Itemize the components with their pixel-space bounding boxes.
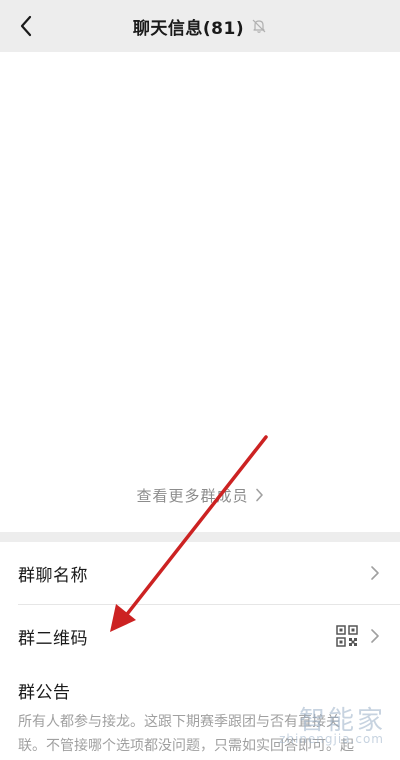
view-more-members-label: 查看更多群成员 — [136, 486, 249, 505]
group-name-row[interactable]: 群聊名称 — [0, 542, 400, 604]
chevron-right-icon — [371, 566, 379, 580]
group-announcement-text: 所有人都参与接龙。这跟下期赛季跟团与否有直接关联。不管接哪个选项都没问题，只需如… — [18, 714, 354, 754]
qr-code-icon — [336, 625, 358, 647]
chevron-left-icon — [20, 15, 32, 37]
group-announcement-row[interactable]: 群公告 所有人都参与接龙。这跟下期赛季跟团与否有直接关联。不管接哪个选项都没问题… — [0, 666, 400, 760]
chat-info-page: 聊天信息(81) 查看更多群成员 群聊名称 群二维码 群公告 所有人都参与接龙。… — [0, 0, 400, 760]
title-wrap: 聊天信息(81) — [0, 0, 400, 52]
group-announcement-label: 群公告 — [18, 683, 71, 703]
section-gap — [0, 532, 400, 542]
members-grid-area — [0, 52, 400, 530]
chevron-right-icon — [255, 488, 264, 502]
group-name-label: 群聊名称 — [18, 565, 88, 586]
header-bar: 聊天信息(81) — [0, 0, 400, 52]
chevron-right-icon — [371, 629, 379, 643]
mute-bell-icon — [251, 18, 267, 34]
group-qr-code-label: 群二维码 — [18, 628, 88, 649]
back-button[interactable] — [8, 8, 44, 44]
view-more-members-link[interactable]: 查看更多群成员 — [0, 482, 400, 508]
page-title: 聊天信息(81) — [132, 18, 245, 39]
group-qr-code-row[interactable]: 群二维码 — [0, 605, 400, 667]
